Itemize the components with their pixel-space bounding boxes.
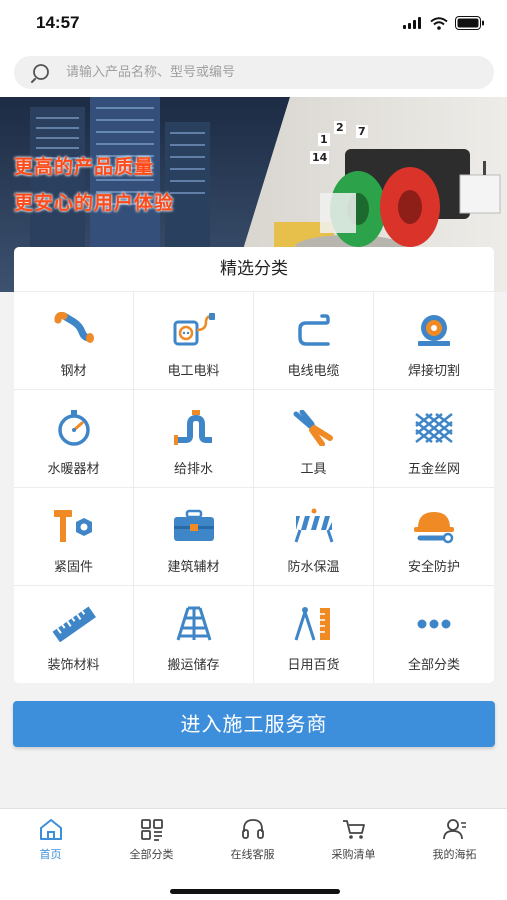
tab-all-categories[interactable]: 全部分类 — [101, 815, 202, 862]
banner-headline-1: 更高的产品质量 — [14, 156, 155, 178]
more-dots-icon — [412, 604, 456, 644]
category-title: 精选分类 — [14, 247, 494, 292]
tab-online-service[interactable]: 在线客服 — [202, 815, 303, 862]
category-card: 精选分类 钢材 电工电料 电线电缆 焊接切割 水暖器材 给排水 工具 五金丝网 … — [14, 247, 494, 683]
category-label: 全部分类 — [407, 658, 460, 673]
category-fasteners[interactable]: 紧固件 — [14, 488, 134, 586]
tab-purchase-list[interactable]: 采购清单 — [303, 815, 404, 862]
search-box[interactable] — [14, 56, 494, 89]
battery-icon — [455, 16, 484, 30]
pressure-gauge-icon — [52, 408, 96, 448]
category-label: 给排水 — [173, 462, 213, 477]
category-safety[interactable]: 安全防护 — [374, 488, 494, 586]
category-label: 水暖器材 — [47, 462, 100, 477]
enter-service-provider-button[interactable]: 进入施工服务商 — [13, 701, 495, 747]
compass-ruler-icon — [292, 604, 336, 644]
category-steel[interactable]: 钢材 — [14, 292, 134, 390]
cable-icon — [292, 310, 336, 350]
category-label: 安全防护 — [407, 560, 460, 575]
room-number-4: 14 — [310, 151, 330, 164]
status-time: 14:57 — [36, 13, 80, 32]
category-building-materials[interactable]: 建筑辅材 — [134, 488, 254, 586]
tab-home[interactable]: 首页 — [0, 815, 101, 862]
ladder-icon — [172, 604, 216, 644]
category-label: 建筑辅材 — [167, 560, 220, 575]
home-icon — [0, 815, 101, 843]
ruler-icon — [52, 604, 96, 644]
category-label: 五金丝网 — [407, 462, 460, 477]
room-number-3: 7 — [356, 125, 368, 138]
category-all[interactable]: 全部分类 — [374, 586, 494, 683]
banner-headline-2: 更安心的用户体验 — [14, 192, 175, 214]
category-label: 日用百货 — [287, 658, 340, 673]
category-waterproof-insulation[interactable]: 防水保温 — [254, 488, 374, 586]
category-label: 钢材 — [60, 364, 87, 379]
user-icon — [404, 815, 505, 843]
category-label: 工具 — [300, 462, 327, 477]
headset-icon — [202, 815, 303, 843]
category-storage[interactable]: 搬运储存 — [134, 586, 254, 683]
category-daily-goods[interactable]: 日用百货 — [254, 586, 374, 683]
tab-label: 全部分类 — [129, 848, 174, 861]
steel-pipe-icon — [52, 310, 96, 350]
safety-helmet-icon — [412, 506, 456, 546]
water-pipe-icon — [172, 408, 216, 448]
welding-icon — [412, 310, 456, 350]
tab-label: 首页 — [39, 848, 62, 861]
toolbox-icon — [172, 506, 216, 546]
tab-label: 我的海拓 — [432, 848, 477, 861]
search-input[interactable] — [66, 65, 446, 80]
tab-my-account[interactable]: 我的海拓 — [404, 815, 505, 862]
search-bar — [0, 50, 507, 97]
category-plumbing[interactable]: 水暖器材 — [14, 390, 134, 488]
category-cable[interactable]: 电线电缆 — [254, 292, 374, 390]
category-electrical[interactable]: 电工电料 — [134, 292, 254, 390]
electrical-socket-icon — [172, 310, 216, 350]
bolt-nut-icon — [52, 506, 96, 546]
category-grid-icon — [101, 815, 202, 843]
signal-icon — [403, 17, 421, 29]
category-label: 防水保温 — [287, 560, 340, 575]
category-decoration[interactable]: 装饰材料 — [14, 586, 134, 683]
bottom-tab-bar: 首页 全部分类 在线客服 采购清单 我的海拓 — [0, 808, 507, 900]
room-number-1: 1 — [318, 133, 330, 146]
category-label: 装饰材料 — [47, 658, 100, 673]
category-label: 搬运储存 — [167, 658, 220, 673]
status-bar: 14:57 — [0, 0, 507, 50]
barrier-icon — [292, 506, 336, 546]
status-icons — [403, 16, 485, 30]
category-label: 电工电料 — [167, 364, 220, 379]
search-icon — [31, 63, 49, 83]
category-label: 紧固件 — [53, 560, 93, 575]
cart-icon — [303, 815, 404, 843]
category-welding[interactable]: 焊接切割 — [374, 292, 494, 390]
room-number-2: 2 — [334, 121, 346, 134]
tab-label: 采购清单 — [331, 848, 376, 861]
category-water-supply[interactable]: 给排水 — [134, 390, 254, 488]
tab-label: 在线客服 — [230, 848, 275, 861]
home-indicator[interactable] — [170, 889, 340, 894]
wifi-icon — [430, 16, 448, 30]
wire-mesh-icon — [412, 408, 456, 448]
category-label: 焊接切割 — [407, 364, 460, 379]
category-wire-mesh[interactable]: 五金丝网 — [374, 390, 494, 488]
category-tools[interactable]: 工具 — [254, 390, 374, 488]
category-grid: 钢材 电工电料 电线电缆 焊接切割 水暖器材 给排水 工具 五金丝网 紧固件 建… — [14, 292, 494, 683]
category-label: 电线电缆 — [287, 364, 340, 379]
pliers-icon — [292, 408, 336, 448]
